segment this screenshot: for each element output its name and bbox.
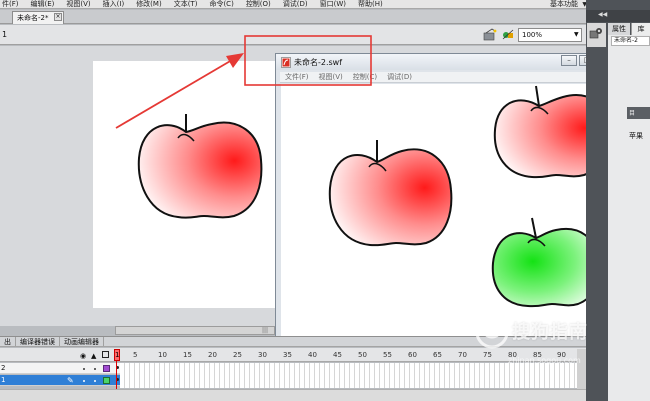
- frame-number: 75: [483, 351, 492, 359]
- frame-number: 70: [458, 351, 467, 359]
- outline-icon[interactable]: [102, 351, 109, 358]
- frame-number: 20: [208, 351, 217, 359]
- timeline-tab-bar: 出编译器错误 动画编辑器: [0, 336, 586, 347]
- timeline-tab[interactable]: 出: [0, 337, 16, 346]
- library-list-header-label: 目: [629, 110, 636, 117]
- tab-properties[interactable]: 属性: [608, 23, 630, 35]
- layer-name[interactable]: 2: [1, 364, 5, 372]
- lock-dot[interactable]: [94, 380, 96, 382]
- tab-library[interactable]: 库: [631, 23, 650, 35]
- frame-number: 15: [183, 351, 192, 359]
- eye-icon[interactable]: ◉: [80, 352, 86, 360]
- color-tool-icon[interactable]: [589, 27, 603, 39]
- frame-number: 35: [283, 351, 292, 359]
- frame-number: 50: [358, 351, 367, 359]
- timeline-scrollbar[interactable]: [577, 349, 586, 389]
- frame-number: 60: [408, 351, 417, 359]
- pencil-icon: ✎: [67, 376, 74, 385]
- visibility-dot[interactable]: [83, 368, 85, 370]
- frame-number: 40: [308, 351, 317, 359]
- layer-outline-color[interactable]: [103, 365, 110, 372]
- watermark-text: 搜狗指南: [512, 322, 588, 343]
- timeline-tab[interactable]: 编译器错误: [16, 337, 60, 346]
- apple-red-large: [328, 140, 453, 247]
- layer-outline-color[interactable]: [103, 377, 110, 384]
- library-item[interactable]: 苹果: [629, 131, 643, 141]
- timeline-frames[interactable]: [120, 363, 586, 388]
- library-document-select[interactable]: 未命名-2: [611, 36, 650, 46]
- panel-header: [586, 10, 650, 22]
- timeline-header: [0, 348, 586, 362]
- visibility-dot[interactable]: [83, 380, 85, 382]
- timeline-footer: [0, 389, 586, 401]
- frame-number: 5: [133, 351, 138, 359]
- lock-icon[interactable]: ▲: [91, 352, 96, 360]
- frame-number: 65: [433, 351, 442, 359]
- timeline-tab[interactable]: 动画编辑器: [60, 337, 104, 346]
- collapse-icon[interactable]: ◀◀: [598, 11, 607, 18]
- frame-number: 25: [233, 351, 242, 359]
- frame-number: 30: [258, 351, 267, 359]
- watermark-url: zhinan.sogou.com: [508, 356, 581, 365]
- frame-number: 45: [333, 351, 342, 359]
- frame-number: 55: [383, 351, 392, 359]
- lock-dot[interactable]: [94, 368, 96, 370]
- frame-number: 10: [158, 351, 167, 359]
- apple-green: [491, 217, 600, 308]
- library-panel-body: [608, 35, 650, 401]
- playhead-frame-number[interactable]: 1: [114, 349, 120, 361]
- layer-name[interactable]: 1: [1, 376, 5, 384]
